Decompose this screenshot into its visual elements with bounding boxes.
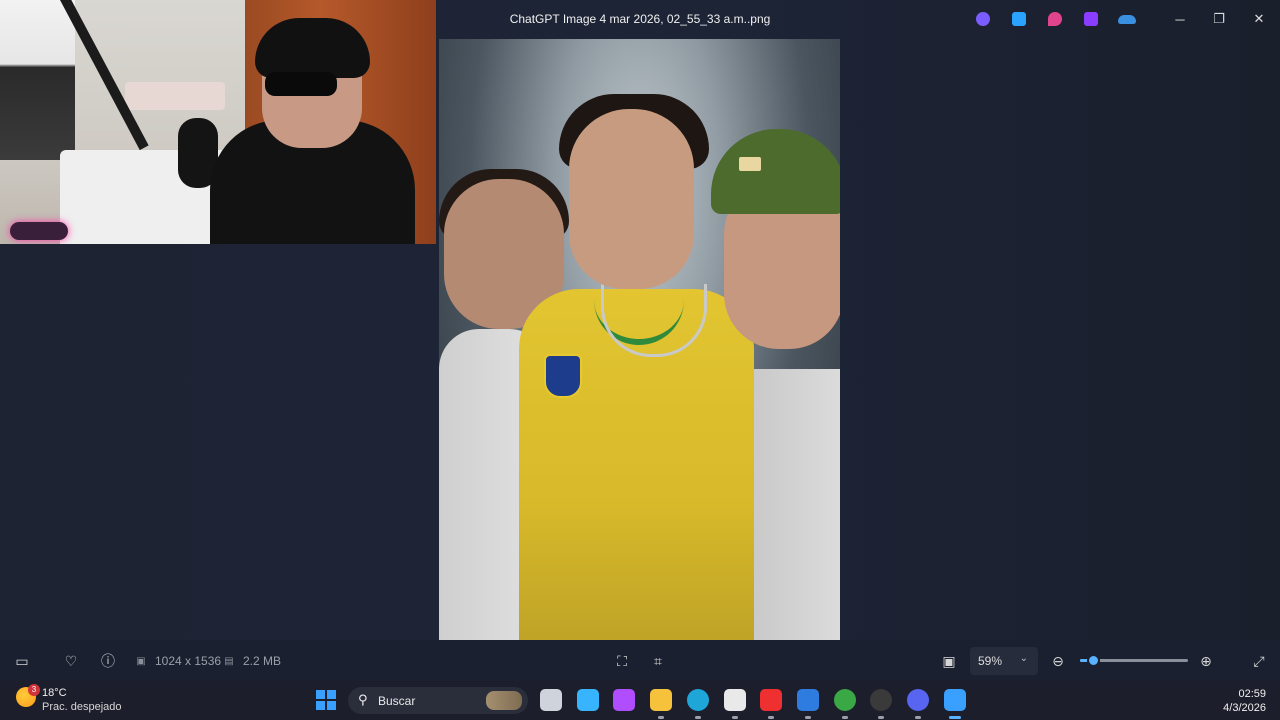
clock-date: 4/3/2026 (1223, 702, 1266, 714)
store-icon[interactable] (724, 689, 746, 711)
running-indicator (658, 716, 664, 719)
webcam-background (125, 82, 225, 110)
running-indicator (695, 716, 701, 719)
taskbar-search[interactable]: ⚲ Buscar (348, 687, 528, 714)
restore-button[interactable]: ❐ (1199, 4, 1239, 34)
file-size-icon: ▤ (224, 655, 234, 667)
anydesk-icon[interactable] (760, 689, 782, 711)
windows-logo-icon (316, 690, 325, 699)
zoom-slider[interactable] (1080, 654, 1188, 667)
designer-icon[interactable] (1042, 9, 1068, 29)
zoom-in-icon[interactable]: ⊕ (1195, 650, 1217, 672)
running-indicator (842, 716, 848, 719)
zoom-dropdown[interactable]: 59% ⌄ (970, 647, 1038, 675)
webcam-background (0, 0, 75, 160)
zoom-value: 59% (978, 654, 1003, 668)
clipchamp-icon[interactable] (1078, 9, 1104, 29)
copilot-icon[interactable] (970, 9, 996, 29)
taskbar (0, 681, 1280, 720)
info-icon[interactable]: ⓘ (97, 650, 119, 672)
edge-icon[interactable] (687, 689, 709, 711)
windows-logo-icon (316, 701, 325, 710)
search-placeholder: Buscar (378, 694, 416, 708)
running-indicator (949, 716, 961, 719)
dimensions-icon: ▣ (136, 655, 146, 667)
webcam-person (255, 18, 370, 78)
image-dimensions: 1024 x 1536 (155, 654, 222, 668)
photo-figure (569, 109, 694, 289)
running-indicator (878, 716, 884, 719)
weather-temperature[interactable]: 18°C (42, 687, 67, 699)
minimize-button[interactable]: ─ (1160, 4, 1200, 34)
windows-logo-icon (327, 690, 336, 699)
running-indicator (805, 716, 811, 719)
copilot-icon[interactable] (577, 689, 599, 711)
webcam-person (265, 72, 337, 96)
search-icon: ⚲ (358, 692, 368, 707)
close-button[interactable]: ✕ (1239, 4, 1279, 34)
taskbar-clock[interactable]: 02:59 4/3/2026 (1214, 687, 1266, 715)
crop-icon[interactable]: ⛶ (611, 650, 633, 672)
obs-icon[interactable] (870, 689, 892, 711)
fullscreen-icon[interactable]: ⤢ (1248, 650, 1270, 672)
running-indicator (732, 716, 738, 719)
webcam-background (10, 222, 68, 240)
clock-time: 02:59 (1238, 688, 1266, 700)
filmstrip-icon[interactable]: ▭ (11, 650, 33, 672)
visual-search-icon[interactable]: ⌗ (647, 650, 669, 672)
zoom-out-icon[interactable]: ⊖ (1047, 650, 1069, 672)
discord-icon[interactable] (907, 689, 929, 711)
webcam-overlay (0, 0, 436, 244)
favorite-icon[interactable]: ♡ (60, 650, 82, 672)
file-explorer-icon[interactable] (650, 689, 672, 711)
file-size: 2.2 MB (243, 654, 282, 668)
photo-detail (711, 129, 840, 214)
weather-badge: 3 (28, 684, 40, 696)
search-highlight-icon (486, 691, 522, 710)
photos-active-icon[interactable] (944, 689, 966, 711)
window-title: ChatGPT Image 4 mar 2026, 02_55_33 a.m..… (509, 12, 771, 26)
chevron-down-icon: ⌄ (1019, 653, 1028, 664)
photo-detail (739, 157, 761, 171)
copilot-app-icon[interactable] (613, 689, 635, 711)
displayed-image (439, 39, 840, 640)
windows-logo-icon (327, 701, 336, 710)
task-view-icon[interactable] (540, 689, 562, 711)
onedrive-off-icon[interactable] (1114, 9, 1140, 29)
start-button[interactable] (316, 690, 336, 710)
outlook-icon[interactable] (797, 689, 819, 711)
title-bar-app-icons (970, 9, 1140, 29)
running-indicator (915, 716, 921, 719)
zoom-slider-thumb[interactable] (1086, 654, 1100, 667)
running-indicator (768, 716, 774, 719)
photos-icon[interactable] (1006, 9, 1032, 29)
chrome-icon[interactable] (834, 689, 856, 711)
weather-condition[interactable]: Prac. despejado (42, 701, 122, 713)
photo-detail (544, 354, 582, 398)
fit-to-window-icon[interactable]: ▣ (938, 650, 960, 672)
